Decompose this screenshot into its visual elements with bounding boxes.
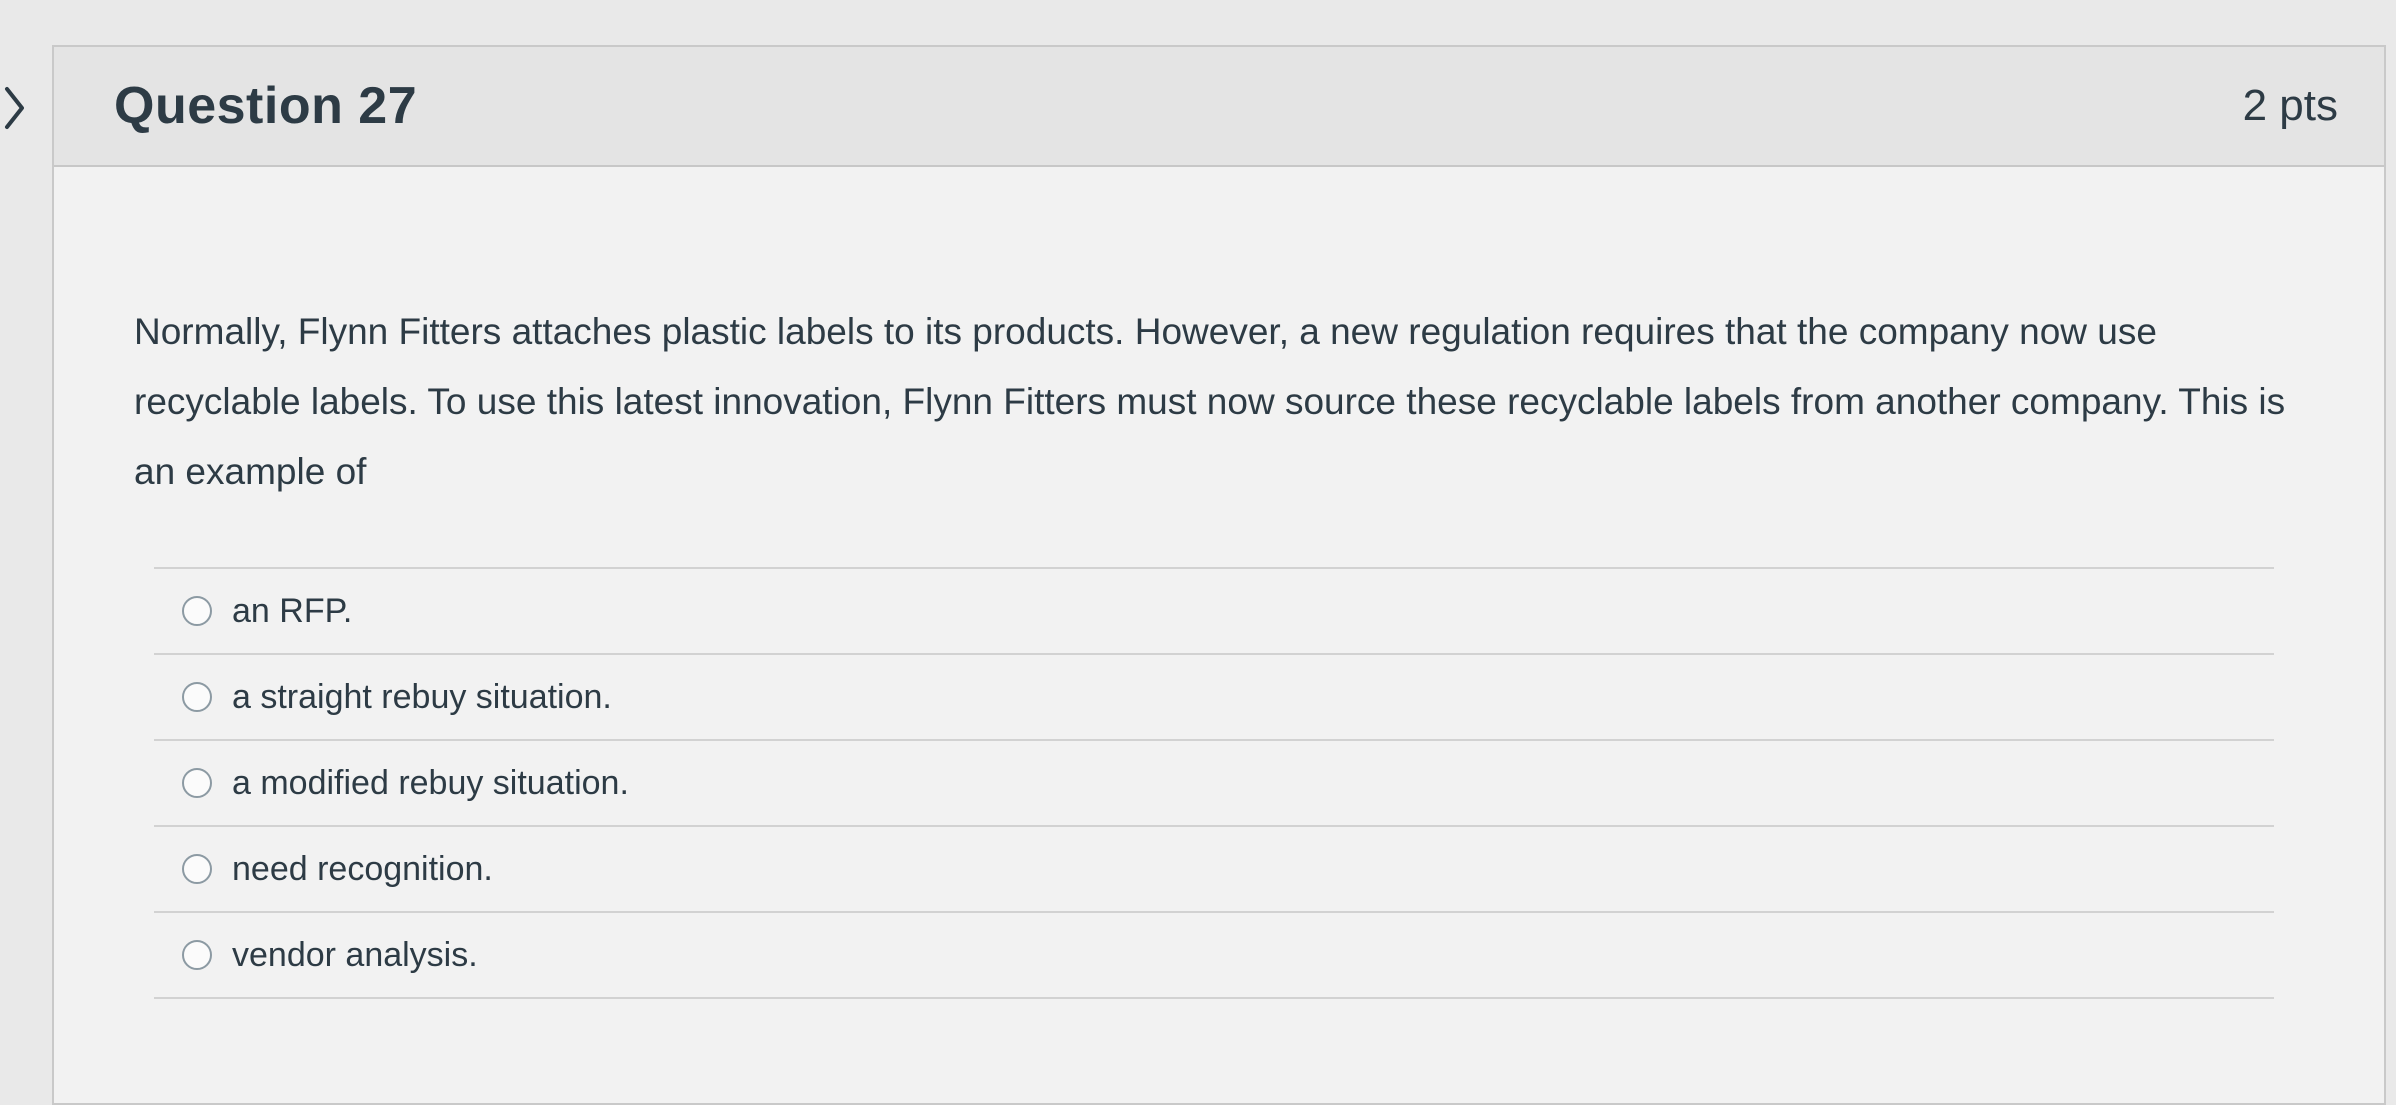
radio-icon[interactable] [182,596,212,626]
radio-icon[interactable] [182,940,212,970]
answer-option-need-recognition[interactable]: need recognition. [154,827,2274,913]
chevron-right-icon[interactable] [0,78,30,138]
question-body: Normally, Flynn Fitters attaches plastic… [54,167,2384,999]
question-points: 2 pts [2242,81,2338,130]
question-header: Question 27 2 pts [54,47,2384,167]
answer-list: an RFP. a straight rebuy situation. a mo… [154,567,2274,999]
answer-option-modified-rebuy[interactable]: a modified rebuy situation. [154,741,2274,827]
question-card: Question 27 2 pts Normally, Flynn Fitter… [52,45,2386,1105]
answer-label: vendor analysis. [232,935,478,974]
question-title: Question 27 [114,77,418,135]
answer-label: a straight rebuy situation. [232,677,612,716]
radio-icon[interactable] [182,854,212,884]
answer-option-straight-rebuy[interactable]: a straight rebuy situation. [154,655,2274,741]
radio-icon[interactable] [182,768,212,798]
answer-option-rfp[interactable]: an RFP. [154,569,2274,655]
answer-option-vendor-analysis[interactable]: vendor analysis. [154,913,2274,999]
question-text: Normally, Flynn Fitters attaches plastic… [134,311,2286,492]
answer-label: a modified rebuy situation. [232,763,629,802]
radio-icon[interactable] [182,682,212,712]
answer-label: need recognition. [232,849,493,888]
answer-label: an RFP. [232,591,353,630]
